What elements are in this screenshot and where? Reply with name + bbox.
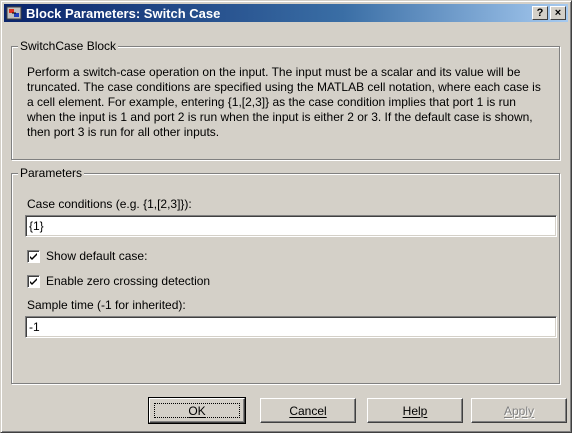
- help-titlebar-button[interactable]: ?: [532, 6, 548, 20]
- window-title: Block Parameters: Switch Case: [26, 5, 221, 21]
- apply-button-label: Apply: [503, 403, 535, 418]
- sample-time-input[interactable]: -1: [25, 316, 557, 338]
- checkmark-icon: [30, 252, 37, 260]
- close-button[interactable]: ×: [550, 6, 566, 20]
- help-button[interactable]: Help: [367, 398, 463, 423]
- help-button-label: Help: [402, 403, 428, 418]
- parameters-group-legend: Parameters: [18, 166, 85, 180]
- checkmark-icon: [30, 277, 37, 285]
- apply-button[interactable]: Apply: [471, 398, 567, 423]
- ok-button[interactable]: OK: [148, 397, 246, 424]
- show-default-case-label: Show default case:: [46, 249, 148, 263]
- zero-crossing-checkbox-row[interactable]: Enable zero crossing detection: [27, 274, 210, 288]
- block-description-group: SwitchCase Block Perform a switch-case o…: [11, 39, 560, 160]
- dialog-window: Block Parameters: Switch Case ? × Switch…: [0, 0, 572, 433]
- cancel-button[interactable]: Cancel: [260, 398, 356, 423]
- show-default-case-checkbox[interactable]: [27, 249, 40, 263]
- block-description: Perform a switch-case operation on the i…: [27, 65, 541, 139]
- cancel-button-label: Cancel: [289, 403, 327, 418]
- sample-time-label: Sample time (-1 for inherited):: [27, 298, 186, 312]
- title-bar[interactable]: Block Parameters: Switch Case ? ×: [4, 4, 568, 22]
- block-group-legend: SwitchCase Block: [18, 39, 119, 53]
- zero-crossing-checkbox[interactable]: [27, 274, 40, 288]
- zero-crossing-label: Enable zero crossing detection: [46, 274, 211, 288]
- show-default-case-checkbox-row[interactable]: Show default case:: [27, 249, 147, 263]
- case-conditions-label: Case conditions (e.g. {1,[2,3]}):: [27, 197, 192, 211]
- case-conditions-input[interactable]: {1}: [25, 215, 557, 237]
- simulink-block-icon: [6, 5, 22, 21]
